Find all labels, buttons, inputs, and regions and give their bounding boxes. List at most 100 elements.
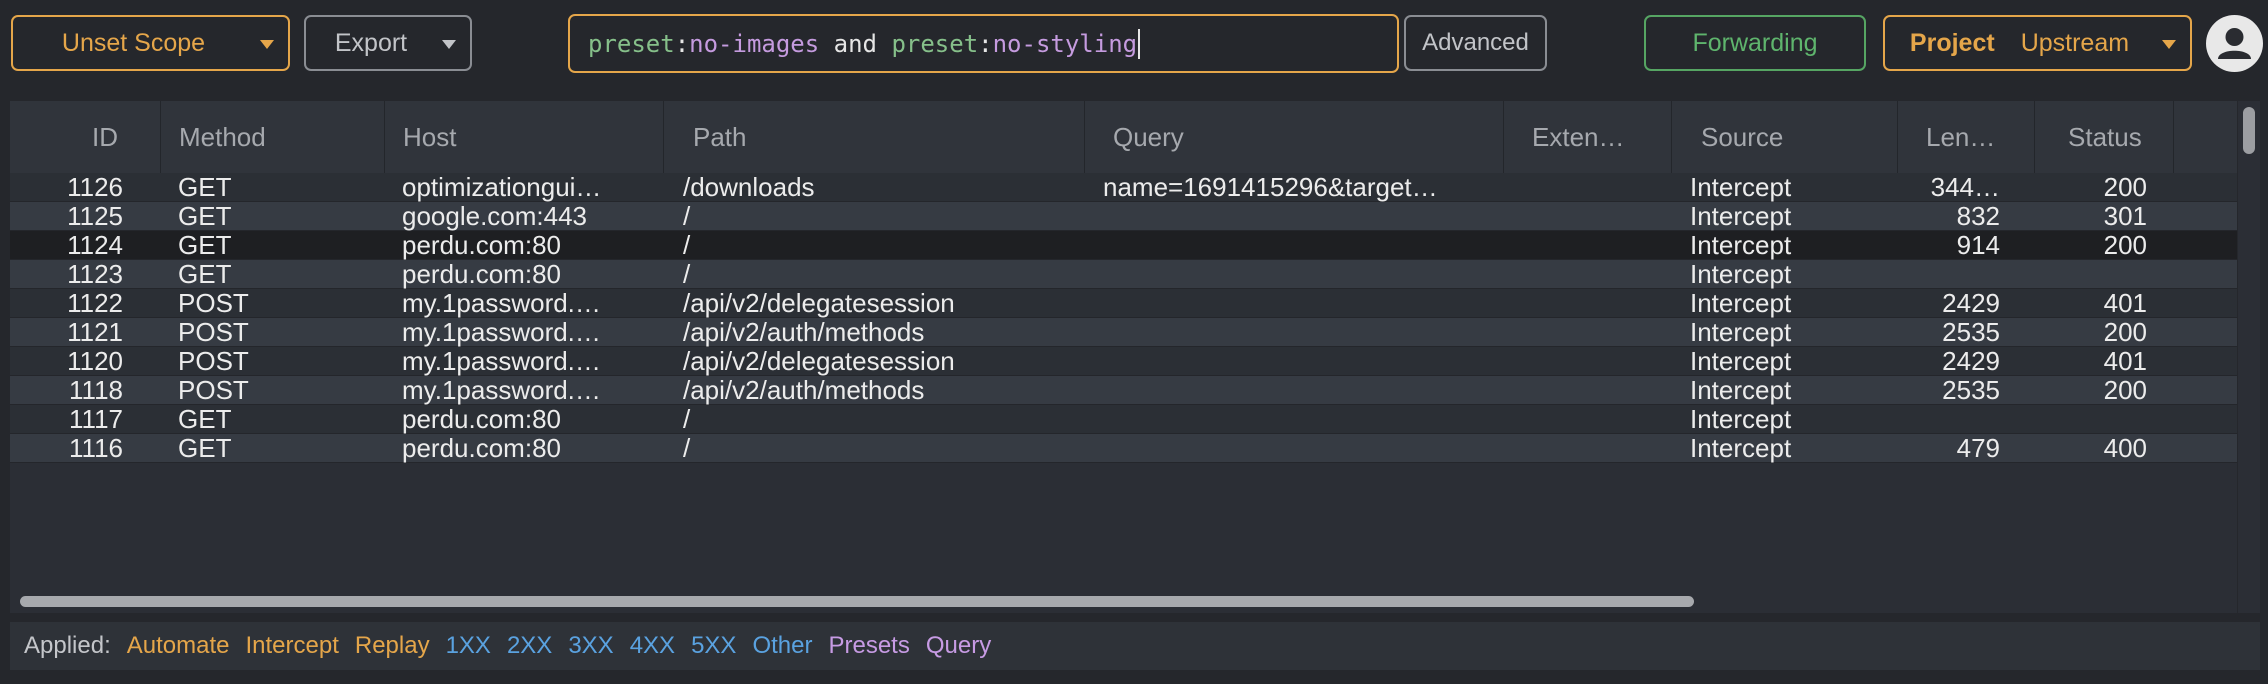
cell-source: Intercept <box>1690 376 1792 405</box>
table-row[interactable]: 1122 POST my.1password.… /api/v2/delegatese… <box>10 289 2237 318</box>
cell-path: /api/v2/delegatesession <box>683 347 955 376</box>
filter-presets[interactable]: Presets <box>828 632 909 660</box>
cell-extension <box>1523 405 1653 434</box>
advanced-button[interactable]: Advanced <box>1404 15 1547 71</box>
cell-length <box>1887 260 2000 289</box>
cell-id: 1117 <box>69 405 123 434</box>
httpql-search-input[interactable]: preset: no-images and preset: no-styling <box>568 14 1399 73</box>
forwarding-button[interactable]: Forwarding <box>1644 15 1866 71</box>
cell-status: 200 <box>2103 173 2147 202</box>
filter-3xx[interactable]: 3XX <box>568 632 613 660</box>
column-header-path[interactable]: Path <box>663 101 1084 173</box>
filter-intercept[interactable]: Intercept <box>245 632 338 660</box>
query-token: : <box>674 29 690 58</box>
cell-extension <box>1523 434 1653 463</box>
cell-path: / <box>683 202 691 231</box>
filter-other[interactable]: Other <box>752 632 812 660</box>
table-row[interactable]: 1117 GET perdu.com:80 / Intercept <box>10 405 2237 434</box>
filter-5xx[interactable]: 5XX <box>691 632 736 660</box>
export-dropdown-button[interactable]: Export <box>304 15 472 71</box>
query-token: no-images <box>689 29 820 58</box>
cell-status: 400 <box>2103 434 2147 463</box>
vertical-scroll-thumb[interactable] <box>2243 107 2255 154</box>
chevron-down-icon <box>2162 40 2176 49</box>
column-header-method[interactable]: Method <box>160 101 384 173</box>
requests-table: ID Method Host Path Query Exten… Source … <box>10 101 2237 613</box>
cell-query <box>1103 318 1483 347</box>
cell-source: Intercept <box>1690 434 1792 463</box>
cell-path: /api/v2/delegatesession <box>683 289 955 318</box>
cell-path: / <box>683 260 691 289</box>
cell-length: 344… <box>1930 173 2000 202</box>
cell-status: 401 <box>2103 289 2147 318</box>
query-token: no-styling <box>992 29 1138 58</box>
cell-path: /api/v2/auth/methods <box>683 376 925 405</box>
filter-automate[interactable]: Automate <box>127 632 230 660</box>
cell-query <box>1103 347 1483 376</box>
filter-4xx[interactable]: 4XX <box>630 632 675 660</box>
cell-source: Intercept <box>1690 202 1792 231</box>
cell-status: 200 <box>2103 231 2147 260</box>
cell-length: 914 <box>1956 231 2000 260</box>
applied-filters-bar: Applied: Automate Intercept Replay 1XX 2XX 3X… <box>10 622 2260 670</box>
table-row[interactable]: 1124 GET perdu.com:80 / Intercept 914 200 <box>10 231 2237 260</box>
table-row[interactable]: 1120 POST my.1password.… /api/v2/delegatese… <box>10 347 2237 376</box>
project-dropdown-button[interactable]: Project Upstream <box>1883 15 2192 71</box>
cell-length: 2429 <box>1942 347 2000 376</box>
cell-query <box>1103 405 1483 434</box>
cell-extension <box>1523 318 1653 347</box>
cell-query <box>1103 231 1483 260</box>
filter-replay[interactable]: Replay <box>355 632 430 660</box>
cell-extension <box>1523 376 1653 405</box>
advanced-label: Advanced <box>1422 29 1529 56</box>
cell-path: /api/v2/auth/methods <box>683 318 925 347</box>
cell-id: 1120 <box>67 347 123 376</box>
cell-host: perdu.com:80 <box>402 231 561 260</box>
horizontal-scrollbar[interactable] <box>10 590 2237 613</box>
filter-1xx[interactable]: 1XX <box>446 632 491 660</box>
cell-host: my.1password.… <box>402 289 601 318</box>
table-row[interactable]: 1125 GET google.com:443 / Intercept 832 301 <box>10 202 2237 231</box>
project-label: Project <box>1909 28 1995 57</box>
scope-dropdown-button[interactable]: Unset Scope <box>11 15 290 71</box>
export-label: Export <box>334 28 408 57</box>
column-header-status[interactable]: Status <box>2034 101 2173 173</box>
cell-host: my.1password.… <box>402 318 601 347</box>
cell-id: 1126 <box>67 173 123 202</box>
table-header: ID Method Host Path Query Exten… Source … <box>10 101 2237 173</box>
cell-method: GET <box>178 173 232 202</box>
cell-query <box>1103 260 1483 289</box>
cell-path: / <box>683 231 691 260</box>
table-row[interactable]: 1118 POST my.1password.… /api/v2/auth/metho… <box>10 376 2237 405</box>
cell-source: Intercept <box>1690 405 1792 434</box>
cell-length: 2535 <box>1942 318 2000 347</box>
column-header-host[interactable]: Host <box>384 101 663 173</box>
cell-status: 200 <box>2103 318 2147 347</box>
table-row[interactable]: 1121 POST my.1password.… /api/v2/auth/metho… <box>10 318 2237 347</box>
cell-host: perdu.com:80 <box>402 405 561 434</box>
cell-extension <box>1523 289 1653 318</box>
filter-query[interactable]: Query <box>926 632 991 660</box>
column-header-query[interactable]: Query <box>1084 101 1503 173</box>
column-header-length[interactable]: Len… <box>1897 101 2034 173</box>
cell-method: POST <box>178 347 249 376</box>
cell-extension <box>1523 347 1653 376</box>
table-row[interactable]: 1116 GET perdu.com:80 / Intercept 479 400 <box>10 434 2237 463</box>
column-header-extension[interactable]: Exten… <box>1503 101 1671 173</box>
column-header-id[interactable]: ID <box>10 101 160 173</box>
cell-id: 1124 <box>67 231 123 260</box>
table-row[interactable]: 1123 GET perdu.com:80 / Intercept <box>10 260 2237 289</box>
cell-host: optimizationgui… <box>402 173 602 202</box>
cell-id: 1121 <box>67 318 123 347</box>
table-row[interactable]: 1126 GET optimizationgui… /downloads name=16… <box>10 173 2237 202</box>
user-avatar-icon[interactable] <box>2206 15 2263 72</box>
filter-2xx[interactable]: 2XX <box>507 632 552 660</box>
horizontal-scroll-thumb[interactable] <box>20 596 1694 607</box>
column-header-source[interactable]: Source <box>1671 101 1897 173</box>
top-toolbar: Unset Scope Export preset: no-images and … <box>0 0 2268 90</box>
vertical-scrollbar[interactable] <box>2238 101 2260 613</box>
cell-query <box>1103 434 1483 463</box>
forwarding-label: Forwarding <box>1692 28 1818 57</box>
cell-path: /downloads <box>683 173 815 202</box>
applied-label: Applied: <box>24 632 111 659</box>
